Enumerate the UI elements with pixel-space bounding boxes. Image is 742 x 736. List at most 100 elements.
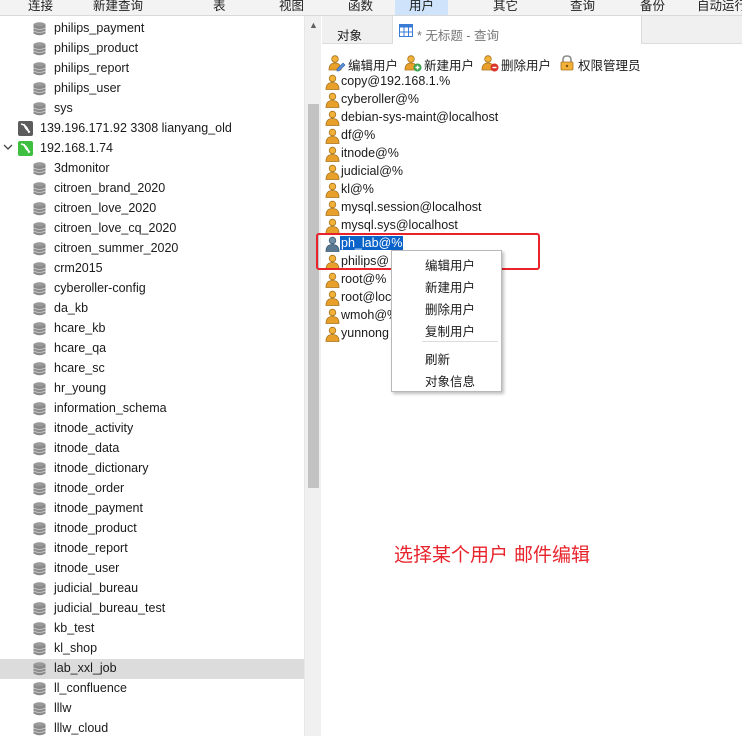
user-list-item[interactable]: copy@192.168.1.% bbox=[322, 73, 622, 91]
tree-database-item[interactable]: hcare_qa bbox=[0, 339, 304, 359]
menu-item-refresh[interactable]: 刷新 bbox=[425, 349, 450, 368]
user-icon bbox=[325, 326, 340, 342]
tree-database-item[interactable]: citroen_summer_2020 bbox=[0, 239, 304, 259]
tree-item-label: philips_user bbox=[54, 81, 121, 95]
toolbar-autorun-button[interactable]: 自动运行 bbox=[697, 0, 742, 14]
tree-database-item[interactable]: itnode_data bbox=[0, 439, 304, 459]
toolbar-connect-button[interactable]: 连接 bbox=[28, 0, 53, 14]
tree-database-item[interactable]: judicial_bureau bbox=[0, 579, 304, 599]
toolbar-table-button[interactable]: 表 bbox=[213, 0, 226, 14]
user-icon bbox=[325, 110, 340, 126]
tree-database-item[interactable]: itnode_payment bbox=[0, 499, 304, 519]
user-name-label: df@% bbox=[341, 128, 376, 142]
tree-database-item[interactable]: hr_young bbox=[0, 379, 304, 399]
user-icon bbox=[325, 308, 340, 324]
database-icon bbox=[33, 682, 46, 696]
toolbar-function-button[interactable]: 函数 bbox=[348, 0, 373, 14]
main-toolbar: 连接 新建查询 表 视图 函数 用户 其它 查询 备份 自动运行 bbox=[0, 0, 742, 16]
menu-item-edit-user[interactable]: 编辑用户 bbox=[425, 255, 475, 274]
tree-scrollbar[interactable]: ▲ bbox=[304, 16, 321, 736]
tree-database-item[interactable]: itnode_product bbox=[0, 519, 304, 539]
user-name-label: debian-sys-maint@localhost bbox=[341, 110, 499, 124]
user-list-item[interactable]: cyberoller@% bbox=[322, 91, 622, 109]
toolbar-view-button[interactable]: 视图 bbox=[279, 0, 304, 14]
tree-database-item[interactable]: philips_payment bbox=[0, 19, 304, 39]
menu-item-object-info[interactable]: 对象信息 bbox=[425, 371, 475, 390]
tab-untitled-query[interactable]: * 无标题 - 查询 bbox=[392, 16, 642, 44]
tree-database-item[interactable]: lllw bbox=[0, 699, 304, 719]
user-name-label: cyberoller@% bbox=[341, 92, 419, 106]
user-icon bbox=[325, 182, 340, 198]
tree-database-item[interactable]: ll_confluence bbox=[0, 679, 304, 699]
tree-database-item[interactable]: itnode_order bbox=[0, 479, 304, 499]
tree-item-label: lllw_cloud bbox=[54, 721, 109, 735]
tree-item-label: itnode_dictionary bbox=[54, 461, 149, 475]
tree-item-label: philips_product bbox=[54, 41, 139, 55]
tree-database-item[interactable]: philips_report bbox=[0, 59, 304, 79]
tree-item-label: kl_shop bbox=[54, 641, 98, 655]
tree-item-label: da_kb bbox=[54, 301, 89, 315]
toolbar-backup-button[interactable]: 备份 bbox=[640, 0, 665, 14]
tree-database-item[interactable]: itnode_report bbox=[0, 539, 304, 559]
toolbar-query-button[interactable]: 查询 bbox=[570, 0, 595, 14]
tree-database-item[interactable]: crm2015 bbox=[0, 259, 304, 279]
tree-database-item[interactable]: lab_xxl_job bbox=[0, 659, 304, 679]
database-icon bbox=[33, 542, 46, 556]
tree-server-connection[interactable]: 192.168.1.74 bbox=[0, 139, 304, 159]
tree-database-item[interactable]: sys bbox=[0, 99, 304, 119]
delete-user-icon bbox=[481, 55, 499, 72]
tree-database-item[interactable]: lllw_cloud bbox=[0, 719, 304, 736]
database-icon bbox=[33, 522, 46, 536]
tree-item-label: itnode_report bbox=[54, 541, 128, 555]
database-icon bbox=[33, 662, 46, 676]
tab-objects[interactable]: 对象 bbox=[337, 25, 362, 44]
user-toolbar: 编辑用户 新建用户 删除用户 权限管理员 bbox=[322, 51, 742, 73]
tree-database-item[interactable]: citroen_love_cq_2020 bbox=[0, 219, 304, 239]
tree-database-item[interactable]: hcare_sc bbox=[0, 359, 304, 379]
tree-item-label: lab_xxl_job bbox=[54, 661, 117, 675]
tree-database-item[interactable]: cyberoller-config bbox=[0, 279, 304, 299]
user-list-item[interactable]: df@% bbox=[322, 127, 622, 145]
user-list-item[interactable]: debian-sys-maint@localhost bbox=[322, 109, 622, 127]
tree-database-item[interactable]: philips_product bbox=[0, 39, 304, 59]
database-icon bbox=[33, 402, 46, 416]
toolbar-new-query-button[interactable]: 新建查询 bbox=[93, 0, 143, 14]
tree-database-item[interactable]: citroen_love_2020 bbox=[0, 199, 304, 219]
database-icon bbox=[33, 282, 46, 296]
user-name-label: copy@192.168.1.% bbox=[341, 74, 451, 88]
scrollbar-thumb[interactable] bbox=[308, 104, 319, 488]
tree-item-label: hcare_qa bbox=[54, 341, 107, 355]
user-list-item[interactable]: mysql.session@localhost bbox=[322, 199, 622, 217]
user-list-item[interactable]: judicial@% bbox=[322, 163, 622, 181]
menu-item-new-user[interactable]: 新建用户 bbox=[425, 277, 475, 296]
user-icon bbox=[325, 146, 340, 162]
menu-item-copy-user[interactable]: 复制用户 bbox=[425, 321, 475, 340]
tree-server-connection[interactable]: 139.196.171.92 3308 lianyang_old bbox=[0, 119, 304, 139]
toolbar-other-button[interactable]: 其它 bbox=[493, 0, 518, 14]
tree-database-item[interactable]: 3dmonitor bbox=[0, 159, 304, 179]
tree-item-label: hcare_sc bbox=[54, 361, 105, 375]
user-list-item[interactable]: kl@% bbox=[322, 181, 622, 199]
tree-database-item[interactable]: philips_user bbox=[0, 79, 304, 99]
tree-database-item[interactable]: hcare_kb bbox=[0, 319, 304, 339]
scroll-up-icon[interactable]: ▲ bbox=[305, 20, 322, 34]
add-user-icon bbox=[404, 55, 422, 72]
user-name-label: judicial@% bbox=[341, 164, 404, 178]
tree-database-item[interactable]: citroen_brand_2020 bbox=[0, 179, 304, 199]
chevron-down-icon[interactable] bbox=[3, 142, 13, 152]
user-list-item[interactable]: itnode@% bbox=[322, 145, 622, 163]
tree-database-item[interactable]: itnode_dictionary bbox=[0, 459, 304, 479]
tree-database-item[interactable]: da_kb bbox=[0, 299, 304, 319]
menu-item-delete-user[interactable]: 删除用户 bbox=[425, 299, 475, 318]
tree-database-item[interactable]: kl_shop bbox=[0, 639, 304, 659]
tree-database-item[interactable]: itnode_user bbox=[0, 559, 304, 579]
tree-item-label: judicial_bureau bbox=[54, 581, 139, 595]
annotation-text: 选择某个用户 邮件编辑 bbox=[394, 544, 591, 566]
tree-database-item[interactable]: itnode_activity bbox=[0, 419, 304, 439]
tree-database-item[interactable]: kb_test bbox=[0, 619, 304, 639]
toolbar-user-button[interactable]: 用户 bbox=[395, 0, 449, 15]
database-icon bbox=[33, 642, 46, 656]
tree-item-label: cyberoller-config bbox=[54, 281, 146, 295]
tree-database-item[interactable]: judicial_bureau_test bbox=[0, 599, 304, 619]
tree-database-item[interactable]: information_schema bbox=[0, 399, 304, 419]
